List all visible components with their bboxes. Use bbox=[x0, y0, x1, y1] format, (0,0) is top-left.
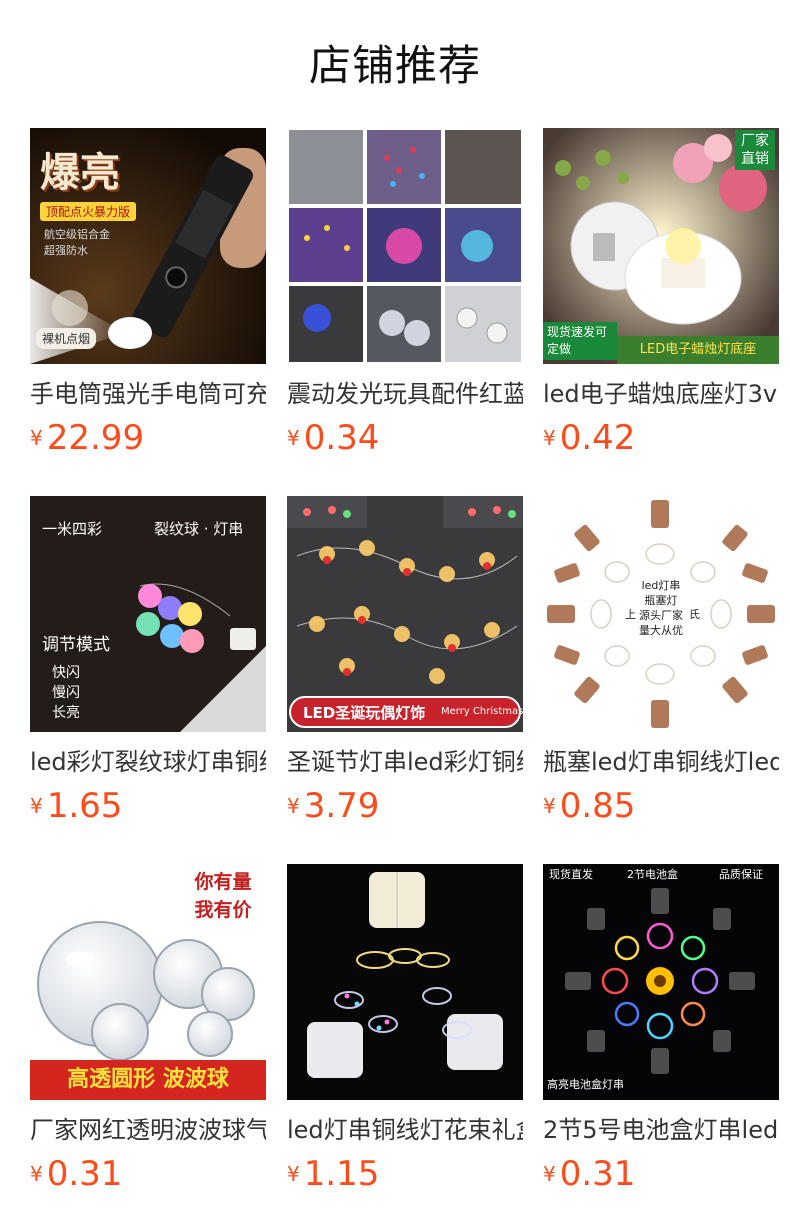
product-name[interactable]: led电子蜡烛底座灯3v bbox=[543, 374, 779, 414]
image-mode: 快闪 bbox=[52, 665, 80, 681]
image-banner: 高透圆形 波波球 bbox=[30, 1060, 266, 1100]
product-card[interactable]: led灯串铜线灯花束礼盒 ¥1.15 bbox=[287, 864, 523, 1194]
image-corner-text: 你有量 我有价 bbox=[182, 868, 264, 924]
product-price: ¥1.65 bbox=[30, 784, 122, 826]
image-text: 一米四彩 bbox=[42, 520, 103, 538]
product-name[interactable]: led彩灯裂纹球灯串铜线 bbox=[30, 742, 266, 782]
image-banner-en: Merry Christmas bbox=[441, 706, 523, 717]
image-headline: 爆亮 bbox=[40, 150, 120, 196]
image-text: 调节模式 bbox=[42, 635, 110, 655]
product-image[interactable] bbox=[287, 864, 523, 1100]
product-card[interactable]: 厂家直销 现货速发可定做 LED电子蜡烛灯底座 led电子蜡烛底座灯3v ¥0.… bbox=[543, 128, 779, 458]
product-name[interactable]: 圣诞节灯串led彩灯铜线 bbox=[287, 742, 523, 782]
product-image[interactable]: led灯串 瓶塞灯 源头厂家 量大从优 上 氏 bbox=[543, 496, 779, 732]
product-card[interactable]: 一米四彩 裂纹球 · 灯串 调节模式 快闪 慢闪 长亮 led彩灯裂纹球灯串铜线… bbox=[30, 496, 266, 826]
product-price: ¥22.99 bbox=[30, 416, 144, 458]
product-card[interactable]: 现货直发 2节电池盒 品质保证 高亮电池盒灯串 2节5号电池盒灯串led ¥0.… bbox=[543, 864, 779, 1194]
product-image[interactable] bbox=[287, 128, 523, 364]
currency-symbol: ¥ bbox=[543, 794, 556, 818]
image-caption: LED电子蜡烛灯底座 bbox=[617, 336, 779, 364]
image-bullet: 航空级铝合金 bbox=[44, 228, 110, 241]
image-center-line: 量大从优 bbox=[639, 624, 683, 637]
image-mode: 慢闪 bbox=[52, 685, 80, 701]
product-name[interactable]: 2节5号电池盒灯串led bbox=[543, 1110, 779, 1150]
price-amount: 1.65 bbox=[46, 786, 123, 826]
product-card[interactable]: 爆亮 顶配点火暴力版 航空级铝合金 超强防水 裸机点烟 手电筒强光手电筒可充电 … bbox=[30, 128, 266, 458]
image-bullet: 超强防水 bbox=[44, 244, 88, 257]
price-amount: 1.15 bbox=[303, 1154, 380, 1194]
product-card[interactable]: 你有量 我有价 高透圆形 波波球 厂家网红透明波波球气球 ¥0.31 bbox=[30, 864, 266, 1194]
product-card[interactable]: led灯串 瓶塞灯 源头厂家 量大从优 上 氏 瓶塞led灯串铜线灯led ¥0… bbox=[543, 496, 779, 826]
product-name[interactable]: 厂家网红透明波波球气球 bbox=[30, 1110, 266, 1150]
image-text: 品质保证 bbox=[719, 868, 763, 881]
product-price: ¥3.79 bbox=[287, 784, 379, 826]
image-badge: 裸机点烟 bbox=[36, 328, 97, 349]
product-image[interactable]: 一米四彩 裂纹球 · 灯串 调节模式 快闪 慢闪 长亮 bbox=[30, 496, 266, 732]
product-price: ¥0.42 bbox=[543, 416, 635, 458]
currency-symbol: ¥ bbox=[543, 426, 556, 450]
product-price: ¥0.31 bbox=[543, 1152, 635, 1194]
product-image[interactable]: LED圣诞玩偶灯饰 Merry Christmas bbox=[287, 496, 523, 732]
image-mode: 长亮 bbox=[52, 705, 80, 721]
price-amount: 0.31 bbox=[46, 1154, 123, 1194]
image-text: 高亮电池盒灯串 bbox=[547, 1078, 624, 1091]
product-image[interactable]: 爆亮 顶配点火暴力版 航空级铝合金 超强防水 裸机点烟 bbox=[30, 128, 266, 364]
image-tag: 顶配点火暴力版 bbox=[40, 202, 137, 221]
currency-symbol: ¥ bbox=[287, 1162, 300, 1186]
price-amount: 0.34 bbox=[303, 418, 380, 458]
price-amount: 3.79 bbox=[303, 786, 380, 826]
currency-symbol: ¥ bbox=[30, 426, 43, 450]
currency-symbol: ¥ bbox=[30, 1162, 43, 1186]
image-side-text: 氏 bbox=[689, 608, 700, 621]
image-badge: 现货速发可定做 bbox=[543, 322, 617, 360]
product-image[interactable]: 你有量 我有价 高透圆形 波波球 bbox=[30, 864, 266, 1100]
product-price: ¥0.85 bbox=[543, 784, 635, 826]
image-banner-text: LED圣诞玩偶灯饰 bbox=[303, 704, 426, 722]
price-amount: 0.85 bbox=[559, 786, 636, 826]
image-center-line: 源头厂家 bbox=[639, 609, 683, 622]
image-side-text: 上 bbox=[625, 608, 636, 621]
image-corner-badge: 厂家直销 bbox=[735, 130, 775, 170]
price-amount: 0.42 bbox=[559, 418, 636, 458]
product-price: ¥1.15 bbox=[287, 1152, 379, 1194]
product-card[interactable]: LED圣诞玩偶灯饰 Merry Christmas 圣诞节灯串led彩灯铜线 ¥… bbox=[287, 496, 523, 826]
price-amount: 22.99 bbox=[46, 418, 145, 458]
image-center-line: led灯串 bbox=[641, 579, 681, 592]
image-corner-line: 我有价 bbox=[194, 899, 252, 921]
image-center-text: led灯串 瓶塞灯 源头厂家 量大从优 bbox=[635, 578, 687, 638]
product-name[interactable]: 手电筒强光手电筒可充电 bbox=[30, 374, 266, 414]
product-name[interactable]: 瓶塞led灯串铜线灯led bbox=[543, 742, 779, 782]
product-price: ¥0.31 bbox=[30, 1152, 122, 1194]
product-image[interactable]: 现货直发 2节电池盒 品质保证 高亮电池盒灯串 bbox=[543, 864, 779, 1100]
currency-symbol: ¥ bbox=[287, 794, 300, 818]
section-title: 店铺推荐 bbox=[308, 41, 481, 90]
product-name[interactable]: led灯串铜线灯花束礼盒 bbox=[287, 1110, 523, 1150]
image-text: 2节电池盒 bbox=[627, 868, 678, 881]
currency-symbol: ¥ bbox=[30, 794, 43, 818]
image-text: 裂纹球 · 灯串 bbox=[154, 520, 244, 538]
currency-symbol: ¥ bbox=[287, 426, 300, 450]
currency-symbol: ¥ bbox=[543, 1162, 556, 1186]
price-amount: 0.31 bbox=[559, 1154, 636, 1194]
product-grid: 爆亮 顶配点火暴力版 航空级铝合金 超强防水 裸机点烟 手电筒强光手电筒可充电 … bbox=[30, 128, 790, 1232]
product-card[interactable]: 震动发光玩具配件红蓝绿 ¥0.34 bbox=[287, 128, 523, 458]
image-text: 现货直发 bbox=[549, 868, 593, 881]
product-image[interactable]: 厂家直销 现货速发可定做 LED电子蜡烛灯底座 bbox=[543, 128, 779, 364]
product-name[interactable]: 震动发光玩具配件红蓝绿 bbox=[287, 374, 523, 414]
image-corner-line: 你有量 bbox=[194, 871, 252, 893]
image-banner: LED圣诞玩偶灯饰 Merry Christmas bbox=[289, 696, 523, 728]
image-center-line: 瓶塞灯 bbox=[644, 594, 678, 607]
product-price: ¥0.34 bbox=[287, 416, 379, 458]
